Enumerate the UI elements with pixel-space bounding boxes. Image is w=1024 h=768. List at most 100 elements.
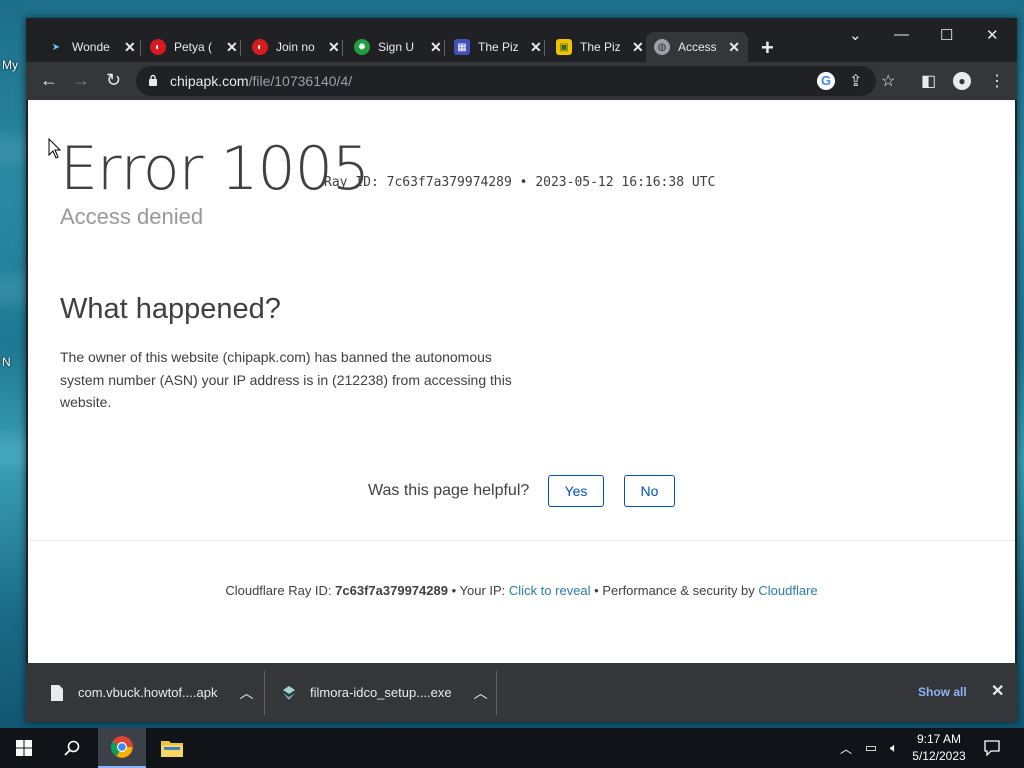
- menu-icon[interactable]: ⋮: [989, 71, 1005, 91]
- url-host: chipapk.com: [170, 73, 249, 89]
- close-icon[interactable]: ✕: [226, 39, 238, 56]
- mouse-cursor-icon: [48, 138, 62, 159]
- tab-separator: [240, 40, 241, 56]
- windows-icon: [16, 740, 32, 756]
- ip-label: • Your IP:: [451, 583, 506, 598]
- footer: Cloudflare Ray ID: 7c63f7a379974289 • Yo…: [28, 583, 1015, 598]
- show-all-button[interactable]: Show all: [918, 685, 967, 699]
- close-icon[interactable]: ✕: [632, 39, 644, 56]
- error-description: The owner of this website (chipapk.com) …: [60, 349, 512, 410]
- tab-join[interactable]: ◐ Join no ✕: [244, 32, 348, 62]
- browser-window: ➤ Wonde ✕ ◐ Petya ( ✕ ◐ Join no ✕ ✹ Sign…: [26, 18, 1017, 722]
- tab-label: Sign U: [378, 40, 415, 54]
- close-icon[interactable]: ✕: [124, 39, 136, 56]
- ray-id-line: Ray ID: 7c63f7a379974289 • 2023-05-12 16…: [324, 175, 716, 190]
- close-icon[interactable]: ✕: [530, 39, 542, 56]
- error-subtitle: Access denied: [60, 204, 204, 229]
- cloudflare-link[interactable]: Cloudflare: [758, 583, 817, 598]
- download-item[interactable]: filmora-idco_setup....exe ︿: [282, 663, 488, 722]
- yes-button[interactable]: Yes: [548, 475, 604, 507]
- tab-strip: ➤ Wonde ✕ ◐ Petya ( ✕ ◐ Join no ✕ ✹ Sign…: [26, 18, 1017, 62]
- page-content: Error 1005 Ray ID: 7c63f7a379974289 • 20…: [28, 100, 1015, 663]
- tab-label: The Piz: [580, 40, 620, 54]
- search-icon: [64, 740, 80, 756]
- calendar-icon: ▦: [454, 39, 470, 55]
- image-icon: ▣: [556, 39, 572, 55]
- close-icon[interactable]: ✕: [728, 39, 740, 56]
- shelf-separator: [496, 671, 497, 715]
- search-button[interactable]: [55, 728, 89, 768]
- chevron-up-icon[interactable]: ︿: [474, 683, 488, 703]
- url-path: /file/10736140/4/: [248, 73, 353, 89]
- taskbar: ︿ ▭ 🔈︎ 9:17 AM 5/12/2023: [0, 728, 1024, 768]
- tab-petya[interactable]: ◐ Petya ( ✕: [142, 32, 246, 62]
- folder-icon: [161, 741, 183, 757]
- helpful-question: Was this page helpful?: [368, 482, 530, 499]
- network-icon[interactable]: ▭: [860, 728, 882, 768]
- downloads-shelf: com.vbuck.howtof....apk ︿ filmora-idco_s…: [26, 663, 1017, 722]
- clock[interactable]: 9:17 AM 5/12/2023: [908, 731, 970, 765]
- tab-separator: [444, 40, 445, 56]
- close-icon[interactable]: ✕: [430, 39, 442, 56]
- file-icon: [51, 684, 63, 701]
- tab-separator: [140, 40, 141, 56]
- divider: [28, 540, 1015, 541]
- click-to-reveal-link[interactable]: Click to reveal: [509, 583, 591, 598]
- close-icon[interactable]: ✕: [991, 681, 1004, 701]
- desktop-icon-label[interactable]: N: [2, 355, 11, 369]
- error-title: Error 1005: [60, 134, 370, 204]
- new-tab-button[interactable]: +: [761, 35, 774, 61]
- clock-time: 9:17 AM: [916, 732, 962, 746]
- volume-icon[interactable]: 🔈︎: [884, 728, 904, 768]
- bookmark-star-icon[interactable]: ☆: [881, 71, 895, 91]
- what-happened-heading: What happened?: [60, 293, 281, 325]
- globe-icon: ◍: [654, 39, 670, 55]
- trendmicro-icon: ◐: [252, 39, 268, 55]
- start-button[interactable]: [8, 728, 40, 768]
- tab-access-denied[interactable]: ◍ Access ✕: [646, 32, 748, 62]
- download-name: com.vbuck.howtof....apk: [78, 685, 218, 700]
- google-lens-icon[interactable]: G: [817, 72, 835, 90]
- side-panel-icon[interactable]: ◧: [921, 71, 936, 91]
- maximize-icon[interactable]: ☐: [940, 26, 953, 44]
- tab-separator: [544, 40, 545, 56]
- minimize-icon[interactable]: —: [894, 26, 909, 43]
- perf-label: • Performance & security by: [594, 583, 755, 598]
- forward-icon[interactable]: →: [72, 70, 90, 91]
- tab-the-pizza-1[interactable]: ▦ The Piz ✕: [446, 32, 550, 62]
- reload-icon[interactable]: ↻: [106, 70, 121, 91]
- tab-wondershare[interactable]: ➤ Wonde ✕: [40, 32, 144, 62]
- download-item[interactable]: com.vbuck.howtof....apk ︿: [50, 663, 253, 722]
- trendmicro-icon: ◐: [150, 39, 166, 55]
- taskbar-file-explorer[interactable]: [152, 728, 192, 768]
- notification-icon[interactable]: [978, 728, 1006, 768]
- tab-the-pizza-2[interactable]: ▣ The Piz ✕: [548, 32, 652, 62]
- wondershare-icon: ➤: [48, 39, 64, 55]
- close-icon[interactable]: ✕: [328, 39, 340, 56]
- chevron-up-icon[interactable]: ︿: [239, 683, 253, 703]
- tab-signup[interactable]: ✹ Sign U ✕: [346, 32, 450, 62]
- download-name: filmora-idco_setup....exe: [310, 685, 452, 700]
- lock-icon[interactable]: [148, 74, 158, 86]
- tab-label: The Piz: [478, 40, 518, 54]
- shelf-separator: [264, 671, 265, 715]
- address-bar[interactable]: chipapk.com/file/10736140/4/: [136, 66, 876, 96]
- installer-icon: [283, 685, 295, 700]
- ray-label: Cloudflare Ray ID:: [225, 583, 332, 598]
- gear-badge-icon: ✹: [354, 39, 370, 55]
- tab-search-icon[interactable]: ⌄: [849, 26, 862, 44]
- back-icon[interactable]: ←: [40, 70, 58, 91]
- taskbar-chrome[interactable]: [98, 728, 146, 768]
- profile-icon[interactable]: ●: [953, 72, 971, 90]
- tab-label: Access: [678, 40, 717, 54]
- speech-bubble-icon: [984, 740, 1000, 756]
- share-icon[interactable]: ⇪: [849, 71, 862, 91]
- clock-date: 5/12/2023: [912, 749, 966, 763]
- close-window-icon[interactable]: ✕: [986, 26, 999, 44]
- tab-label: Petya (: [174, 40, 213, 54]
- desktop-icon-label[interactable]: My: [2, 58, 18, 72]
- chevron-up-icon[interactable]: ︿: [838, 728, 854, 768]
- tab-separator: [342, 40, 343, 56]
- ray-id: 7c63f7a379974289: [335, 583, 448, 598]
- no-button[interactable]: No: [624, 475, 675, 507]
